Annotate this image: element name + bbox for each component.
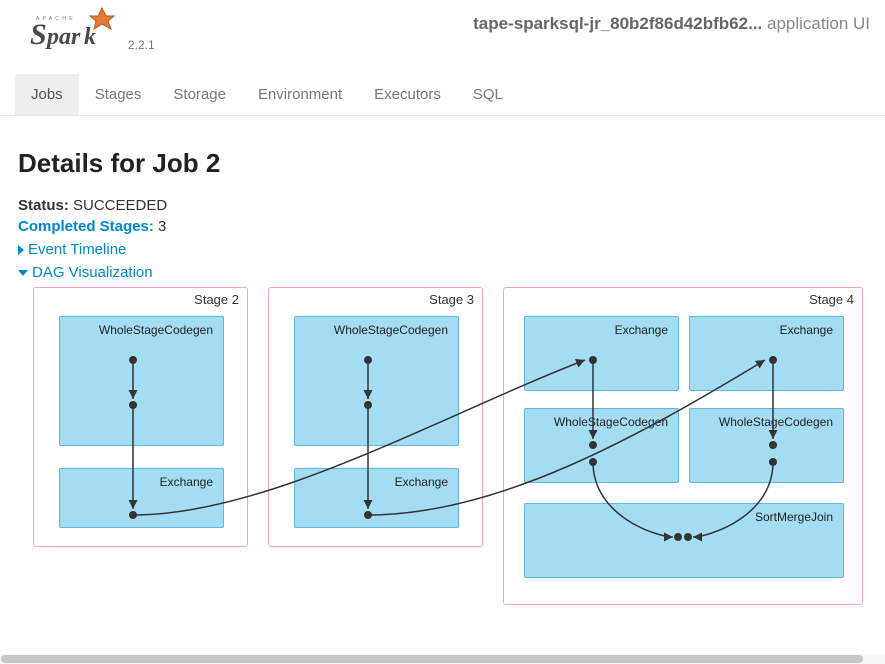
dag-node[interactable]: WholeStageCodegen [524,408,679,483]
stage-box-4[interactable]: Stage 4 Exchange Exchange WholeStageCode… [503,287,863,605]
svg-text:S: S [30,18,47,51]
node-label: SortMergeJoin [755,510,833,524]
dag-node[interactable]: WholeStageCodegen [689,408,844,483]
app-name-rest: application UI [762,14,870,33]
stage-box-3[interactable]: Stage 3 WholeStageCodegen Exchange [268,287,483,547]
tab-jobs[interactable]: Jobs [15,74,79,115]
node-label: Exchange [395,475,448,489]
content: Details for Job 2 Status: SUCCEEDED Comp… [0,116,885,652]
dag-node[interactable]: Exchange [294,468,459,528]
node-label: Exchange [780,323,833,337]
tab-storage[interactable]: Storage [157,74,242,115]
caret-right-icon [18,245,24,255]
dag-node[interactable]: SortMergeJoin [524,503,844,578]
spark-version: 2.2.1 [128,38,155,52]
dag-node[interactable]: WholeStageCodegen [294,316,459,446]
tab-stages[interactable]: Stages [79,74,158,115]
horizontal-scrollbar-thumb[interactable] [1,655,863,663]
node-label: Exchange [160,475,213,489]
node-label: WholeStageCodegen [719,415,833,429]
tab-environment[interactable]: Environment [242,74,358,115]
stage-label: Stage 3 [429,292,474,307]
tab-executors[interactable]: Executors [358,74,457,115]
app-name: tape-sparksql-jr_80b2f86d42bfb62... appl… [473,6,870,34]
header: S par k A P A C H E 2.2.1 tape-sparksql-… [0,0,885,56]
stage-label: Stage 2 [194,292,239,307]
tab-sql[interactable]: SQL [457,74,519,115]
completed-stages-line: Completed Stages: 3 [18,218,885,235]
completed-stages-label[interactable]: Completed Stages: [18,218,154,235]
node-label: Exchange [615,323,668,337]
dag-node[interactable]: Exchange [524,316,679,391]
nav-tabs: Jobs Stages Storage Environment Executor… [0,74,885,116]
app-name-bold: tape-sparksql-jr_80b2f86d42bfb62... [473,14,762,33]
dag-node[interactable]: WholeStageCodegen [59,316,224,446]
completed-stages-count: 3 [158,218,166,235]
stage-label: Stage 4 [809,292,854,307]
node-label: WholeStageCodegen [334,323,448,337]
svg-text:A P A C H E: A P A C H E [36,16,74,22]
caret-down-icon [18,270,28,276]
node-label: WholeStageCodegen [554,415,668,429]
stage-box-2[interactable]: Stage 2 WholeStageCodegen Exchange [33,287,248,547]
dag-visualization-toggle[interactable]: DAG Visualization [18,264,885,281]
status-label: Status: [18,197,69,214]
dag-visualization: Stage 2 WholeStageCodegen Exchange Stage… [18,287,868,617]
svg-text:par: par [45,24,81,50]
status-line: Status: SUCCEEDED [18,197,885,214]
dag-node[interactable]: Exchange [689,316,844,391]
dag-node[interactable]: Exchange [59,468,224,528]
svg-text:k: k [84,24,96,50]
status-value: SUCCEEDED [73,197,167,214]
page-title: Details for Job 2 [18,148,885,179]
node-label: WholeStageCodegen [99,323,213,337]
horizontal-scrollbar[interactable] [0,654,885,664]
dag-visualization-label: DAG Visualization [32,264,153,281]
event-timeline-label: Event Timeline [28,241,126,258]
spark-logo: S par k A P A C H E 2.2.1 [30,6,155,56]
main-scroll[interactable]: S par k A P A C H E 2.2.1 tape-sparksql-… [0,0,885,652]
event-timeline-toggle[interactable]: Event Timeline [18,241,885,258]
